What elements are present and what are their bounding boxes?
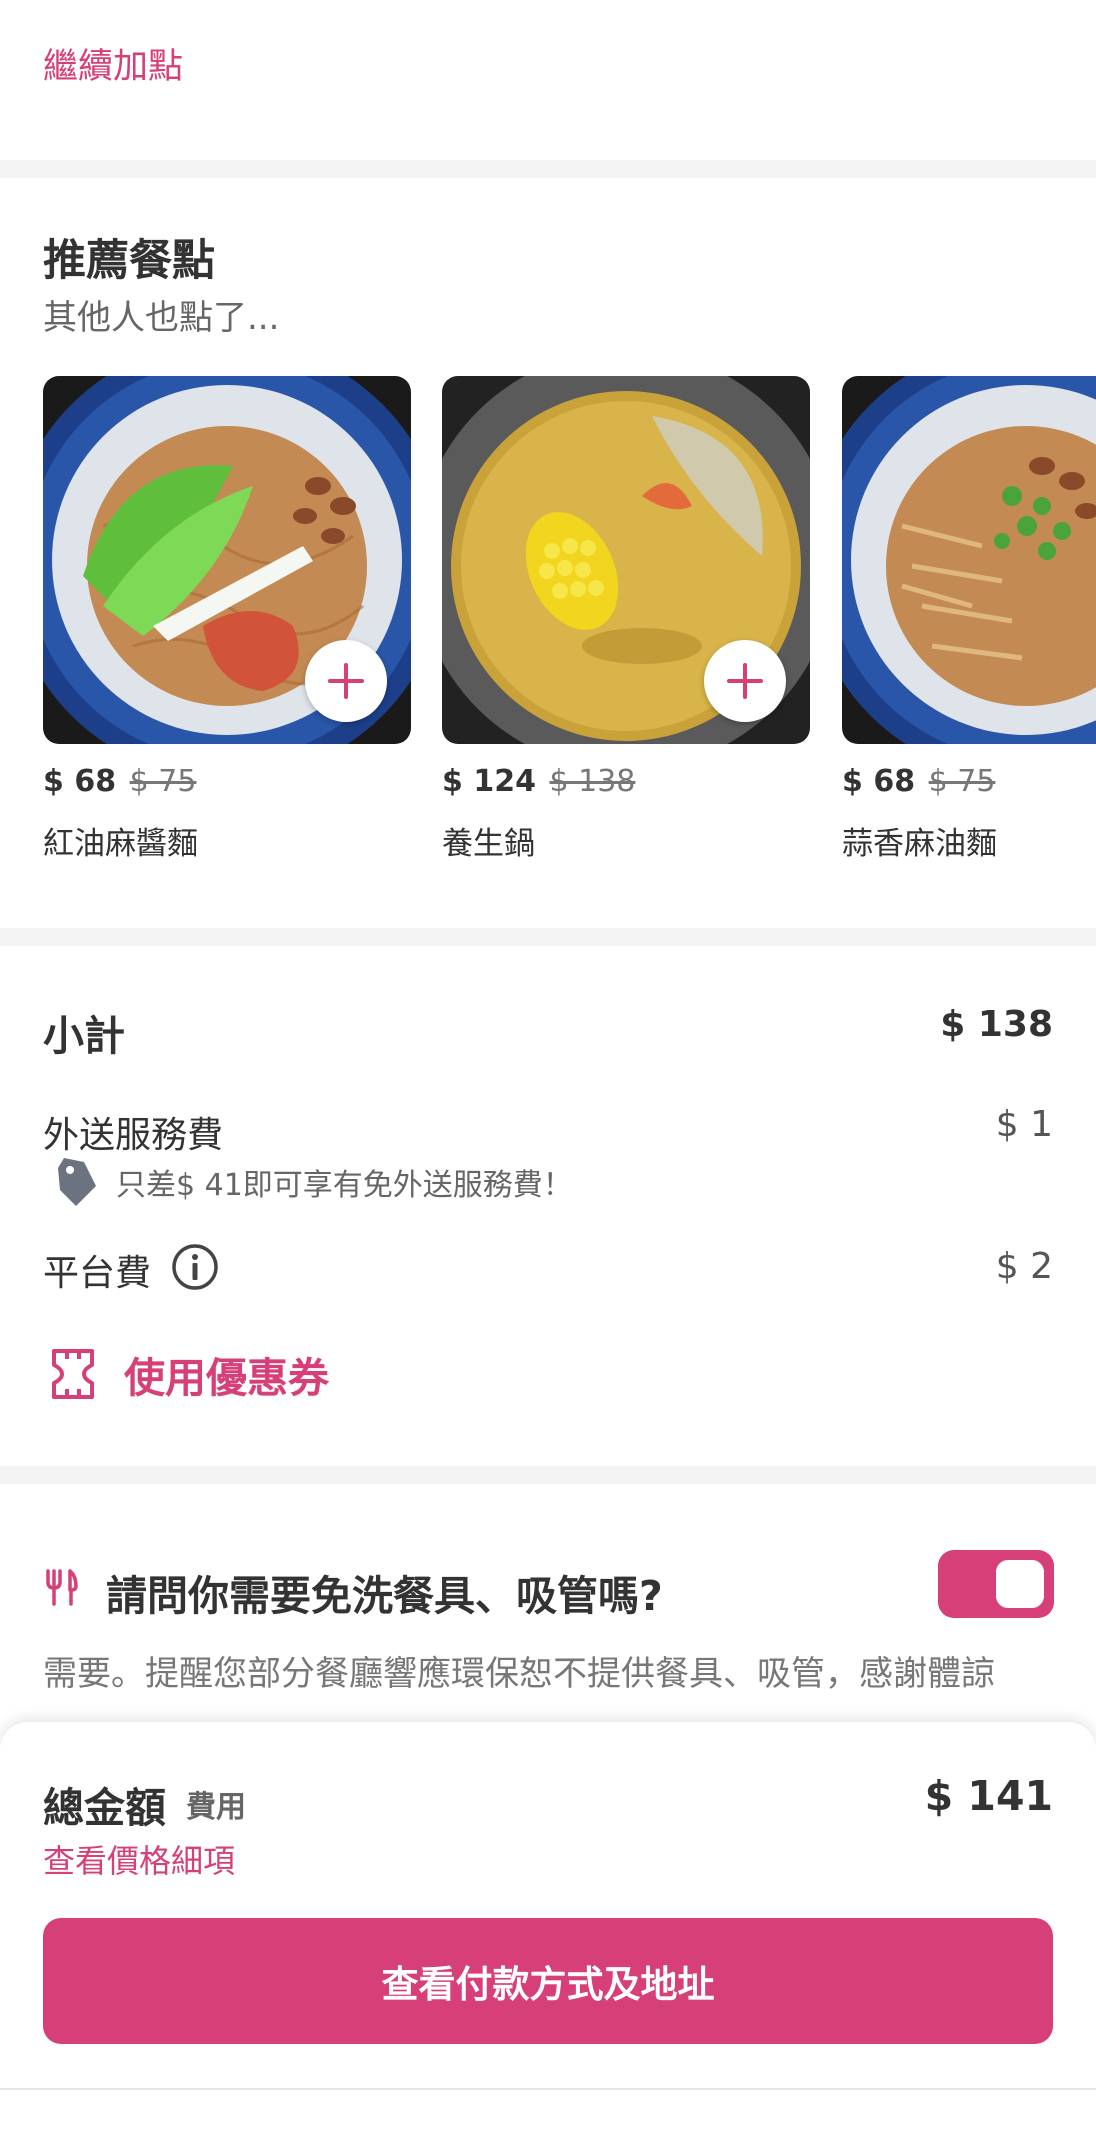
price-current: $ 124 xyxy=(442,764,536,799)
item-price: $ 124 $ 138 xyxy=(442,764,635,799)
price-original: $ 75 xyxy=(928,764,996,799)
cutlery-question: 請問你需要免洗餐具、吸管嗎? xyxy=(106,1572,663,1620)
price-current: $ 68 xyxy=(842,764,916,799)
delivery-fee-value: $ 1 xyxy=(995,1104,1053,1145)
recommended-subtitle: 其他人也點了... xyxy=(43,298,280,338)
cutlery-description: 需要。提醒您部分餐廳響應環保恕不提供餐具、吸管，感謝體諒 xyxy=(43,1654,995,1694)
info-icon[interactable] xyxy=(170,1242,220,1292)
cutlery-toggle[interactable] xyxy=(938,1550,1054,1618)
toggle-knob xyxy=(996,1560,1044,1608)
add-item-button[interactable] xyxy=(305,640,387,722)
total-value: $ 141 xyxy=(924,1772,1053,1820)
tag-icon xyxy=(58,1158,96,1206)
item-price: $ 68 $ 75 xyxy=(43,764,196,799)
recommended-item[interactable]: $ 68 $ 75 蒜香麻油麵 xyxy=(842,376,1096,876)
plus-icon xyxy=(727,663,763,699)
cutlery-icon xyxy=(43,1568,79,1612)
delivery-hint: 只差$ 41即可享有免外送服務費！ xyxy=(54,1156,573,1208)
section-divider xyxy=(0,928,1096,946)
price-details-link[interactable]: 查看價格細項 xyxy=(43,1836,235,1882)
continue-section: 繼續加點 xyxy=(0,0,1096,160)
price-original: $ 75 xyxy=(129,764,197,799)
price-original: $ 138 xyxy=(549,764,636,799)
item-name: 蒜香麻油麵 xyxy=(842,826,997,862)
bottom-divider xyxy=(0,2088,1096,2090)
total-fee-label: 費用 xyxy=(186,1790,246,1825)
view-payment-button[interactable]: 查看付款方式及地址 xyxy=(43,1918,1053,2044)
coupon-label: 使用優惠券 xyxy=(124,1354,329,1402)
platform-fee-value: $ 2 xyxy=(995,1246,1053,1287)
plus-icon xyxy=(328,663,364,699)
use-coupon-button[interactable]: 使用優惠券 xyxy=(50,1344,329,1404)
platform-fee-label: 平台費 xyxy=(43,1253,152,1294)
continue-adding-link[interactable]: 繼續加點 xyxy=(43,38,183,89)
subtotal-label: 小計 xyxy=(43,1012,125,1060)
delivery-hint-text: 只差$ 41即可享有免外送服務費！ xyxy=(116,1168,573,1203)
subtotal-value: $ 138 xyxy=(940,1004,1053,1045)
add-item-button[interactable] xyxy=(704,640,786,722)
checkout-panel: 總金額 費用 $ 141 查看價格細項 查看付款方式及地址 xyxy=(0,1722,1096,2148)
section-divider xyxy=(0,160,1096,178)
item-price: $ 68 $ 75 xyxy=(842,764,995,799)
item-name: 紅油麻醬麵 xyxy=(43,826,198,862)
total-label: 總金額 xyxy=(43,1784,166,1832)
item-name: 養生鍋 xyxy=(442,826,535,862)
delivery-fee-label: 外送服務費 xyxy=(43,1115,224,1156)
recommended-title: 推薦餐點 xyxy=(43,236,215,286)
food-image-noodle-scallion xyxy=(842,376,1096,744)
price-current: $ 68 xyxy=(43,764,117,799)
section-divider xyxy=(0,1466,1096,1484)
ticket-icon xyxy=(52,1349,94,1399)
